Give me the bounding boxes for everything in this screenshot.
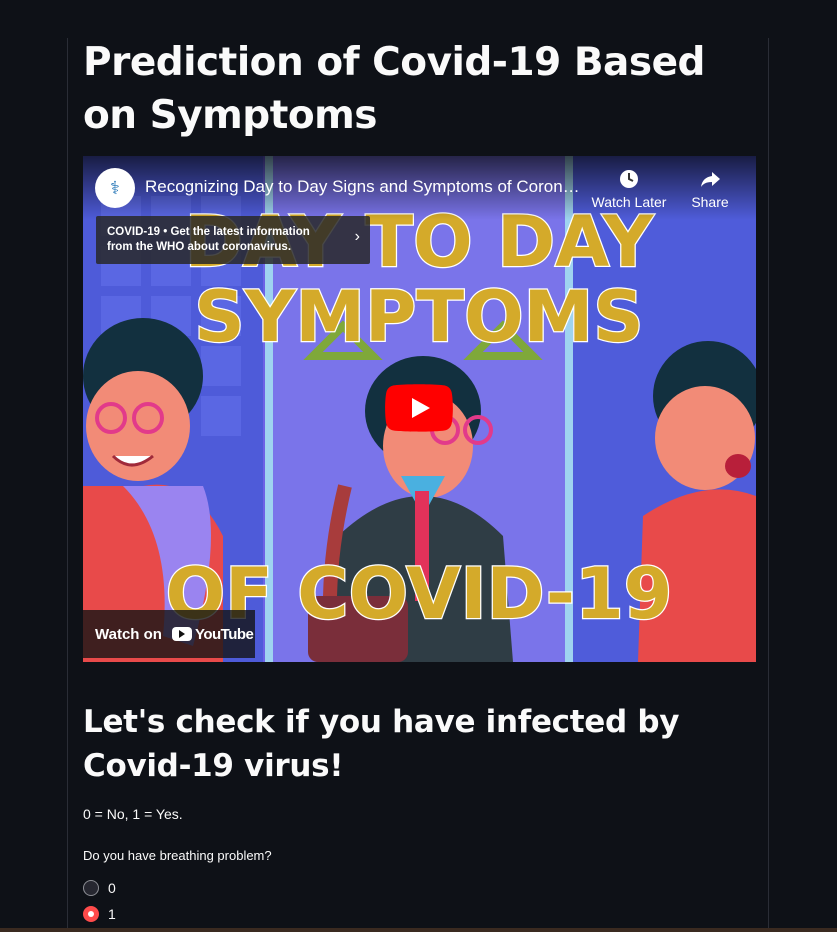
radio-button-selected[interactable] [83, 906, 99, 922]
youtube-wordmark: YouTube [194, 625, 254, 643]
chevron-right-icon: › [354, 228, 360, 245]
thumbnail-text-line2: SYMPTOMS [194, 276, 643, 358]
section-heading: Let's check if you have infected by Covi… [83, 704, 680, 784]
radio-option-0[interactable]: 0 [83, 880, 116, 896]
radio-button-unselected[interactable] [83, 880, 99, 896]
share-arrow-icon [670, 168, 750, 194]
youtube-logo-icon: YouTube [171, 625, 254, 643]
question-label: Do you have breathing problem? [83, 848, 272, 863]
radio-option-label: 0 [108, 880, 116, 896]
watch-on-youtube-button[interactable]: Watch on YouTube [83, 610, 255, 658]
column-divider-left [67, 38, 68, 932]
video-title[interactable]: Recognizing Day to Day Signs and Symptom… [145, 177, 585, 197]
main-content: Prediction of Covid-19 Based on Symptoms [83, 36, 756, 142]
info-card[interactable]: COVID-19 • Get the latest information fr… [96, 216, 370, 264]
share-label: Share [691, 194, 729, 210]
answer-legend: 0 = No, 1 = Yes. [83, 806, 183, 822]
page-title: Prediction of Covid-19 Based on Symptoms [83, 40, 705, 138]
watch-later-button[interactable]: Watch Later [589, 168, 669, 210]
column-divider-right [768, 38, 769, 932]
info-card-text: COVID-19 • Get the latest information fr… [107, 226, 310, 253]
channel-logo-icon[interactable]: ⚕ [95, 168, 135, 208]
share-button[interactable]: Share [670, 168, 750, 210]
radio-option-label: 1 [108, 906, 116, 922]
radio-option-1[interactable]: 1 [83, 906, 116, 922]
watch-later-label: Watch Later [591, 194, 667, 210]
watch-on-label: Watch on [95, 625, 162, 643]
app-page: Prediction of Covid-19 Based on Symptoms [0, 0, 837, 932]
play-icon[interactable] [385, 384, 453, 432]
clock-icon [589, 168, 669, 194]
youtube-video-embed[interactable]: DAY TO DAY SYMPTOMS OF COVID-19 ⚕ Recogn… [83, 156, 756, 662]
bottom-edge [0, 928, 837, 932]
